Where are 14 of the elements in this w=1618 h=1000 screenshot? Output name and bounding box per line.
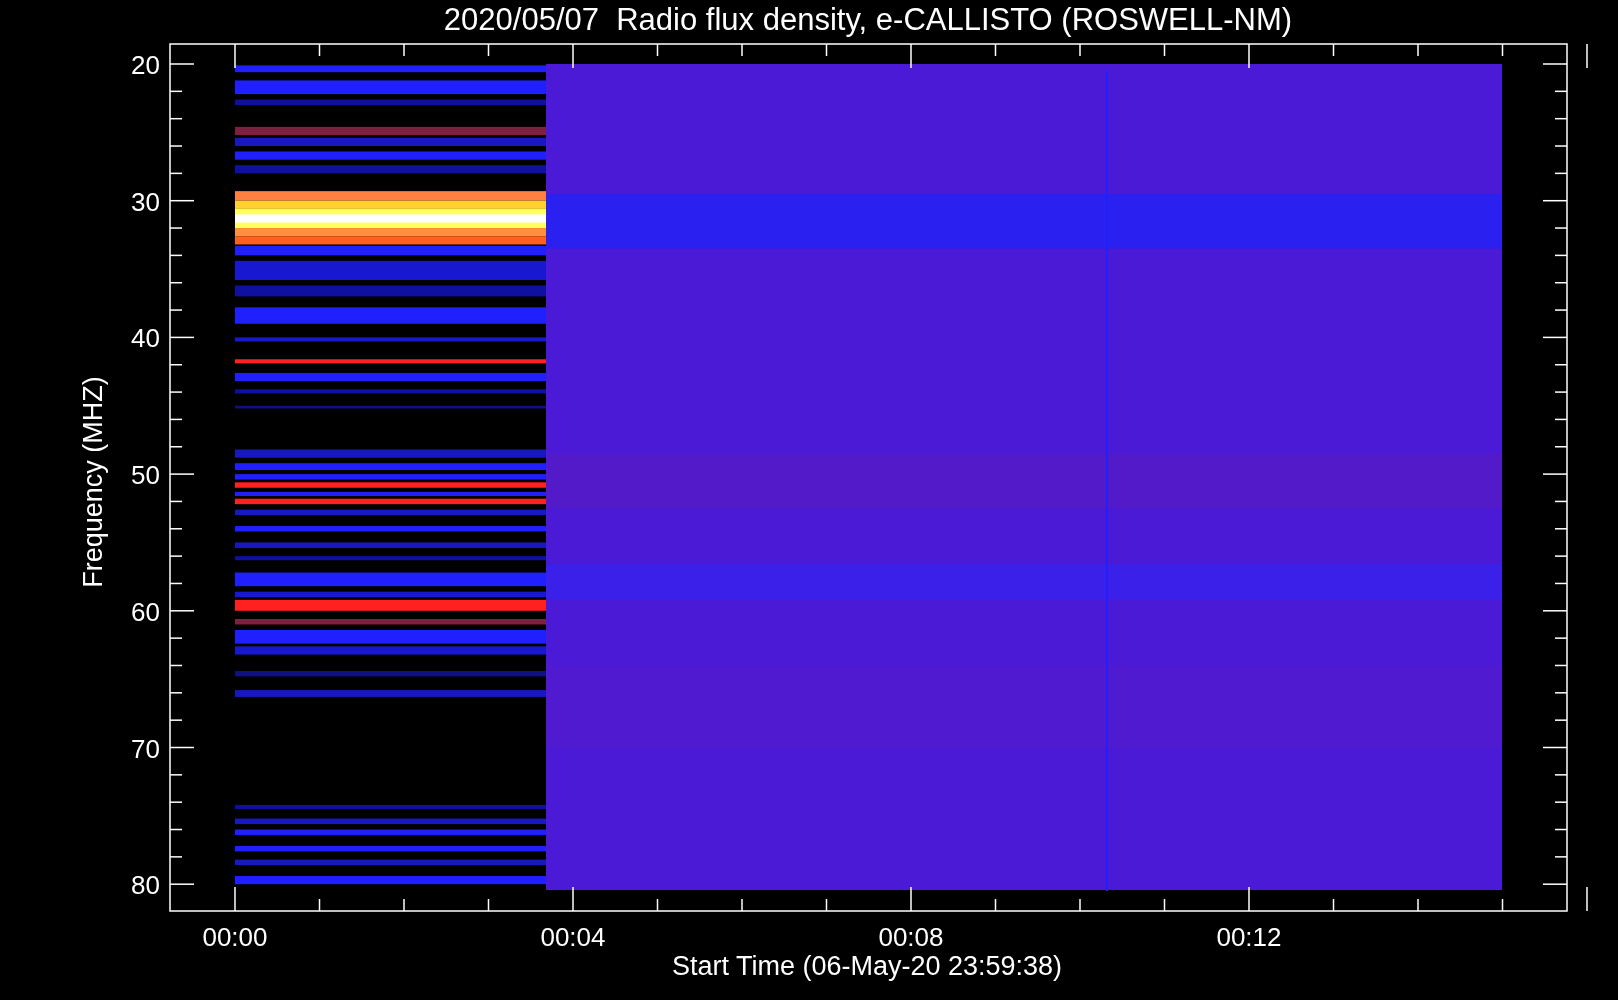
plot-title: 2020/05/07 Radio flux density, e-CALLISTO (ROSWELL-NM) bbox=[443, 2, 1293, 37]
y-tick-label: 50 bbox=[131, 460, 160, 491]
x-tick-label: 00:08 bbox=[878, 922, 944, 952]
x-tick-label: 00:12 bbox=[1216, 922, 1282, 952]
y-tick-label: 80 bbox=[131, 870, 160, 901]
y-tick-label: 40 bbox=[131, 323, 160, 354]
y-tick-label: 30 bbox=[131, 186, 160, 217]
y-tick-label: 60 bbox=[131, 596, 160, 627]
y-tick-label: 20 bbox=[131, 50, 160, 80]
x-tick-label: 00:00 bbox=[202, 922, 268, 952]
y-axis-label: Frequency (MHZ) bbox=[78, 376, 108, 588]
y-tick-label: 70 bbox=[131, 733, 160, 764]
x-tick-label: 00:04 bbox=[540, 922, 606, 952]
x-axis-label: Start Time (06-May-20 23:59:38) bbox=[671, 951, 1063, 981]
